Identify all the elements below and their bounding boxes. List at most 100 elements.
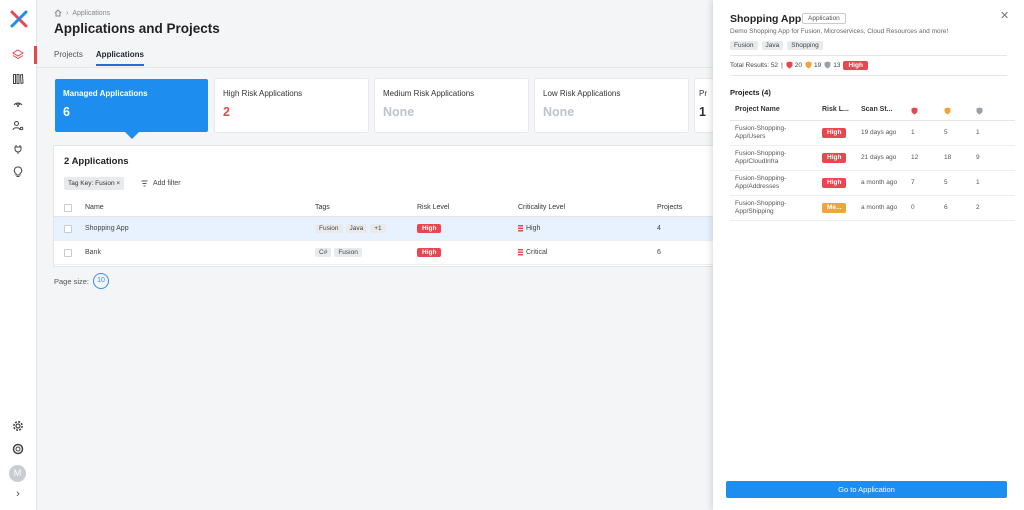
project-name[interactable]: Fusion-Shopping-App/Shipping [735, 196, 815, 220]
help-icon[interactable] [11, 442, 25, 456]
projects-count: 6 [657, 249, 661, 256]
close-icon[interactable]: ✕ [1000, 9, 1009, 22]
type-badge: Application [802, 13, 846, 24]
high-count: 1 [911, 128, 915, 136]
medium-count: 5 [944, 178, 948, 186]
avatar[interactable]: M [9, 465, 26, 482]
high-severity-icon[interactable] [911, 107, 918, 115]
medium-severity-icon [805, 61, 812, 69]
table-row[interactable]: Shopping App Fusion Java +1 High High 4 [54, 217, 714, 241]
row-checkbox[interactable] [64, 224, 72, 233]
card-value: 1 [699, 105, 706, 119]
gear-icon[interactable] [11, 419, 25, 433]
card-title: Medium Risk Applications [383, 89, 475, 98]
medium-count: 18 [944, 153, 952, 161]
scan-status: a month ago [861, 203, 898, 211]
header-risk[interactable]: Risk L... [822, 101, 849, 120]
header-project-name[interactable]: Project Name [735, 101, 780, 120]
card-high-risk[interactable]: High Risk Applications 2 [215, 79, 368, 132]
projects-title: Projects (4) [730, 88, 771, 97]
card-medium-risk[interactable]: Medium Risk Applications None [375, 79, 528, 132]
library-icon[interactable] [11, 72, 25, 86]
project-name[interactable]: Fusion-Shopping-App/Addresses [735, 171, 815, 195]
tab-projects[interactable]: Projects [54, 50, 83, 66]
card-low-risk[interactable]: Low Risk Applications None [535, 79, 688, 132]
user-settings-icon[interactable] [11, 119, 25, 133]
page-title: Applications and Projects [54, 21, 220, 36]
app-name[interactable]: Shopping App [85, 217, 129, 240]
card-title: Low Risk Applications [543, 89, 621, 98]
add-filter-label: Add filter [153, 180, 181, 187]
signal-icon[interactable] [11, 96, 25, 110]
criticality-icon [518, 249, 523, 256]
expand-chevron-icon[interactable]: › [11, 487, 25, 501]
project-name[interactable]: Fusion-Shopping-App/Users [735, 121, 815, 145]
tag: Shopping [787, 41, 823, 50]
criticality-value: Critical [526, 249, 548, 256]
card-title: High Risk Applications [223, 89, 303, 98]
medium-count: 19 [814, 61, 822, 69]
risk-badge: High [822, 152, 847, 164]
application-drawer: Shopping App Application ✕ Demo Shopping… [713, 0, 1024, 510]
low-count: 1 [976, 178, 980, 186]
criticality-icon [518, 225, 523, 232]
high-count: 12 [911, 153, 919, 161]
projects-table-header: Project Name Risk L... Scan St... [730, 101, 1015, 121]
layers-icon[interactable] [11, 48, 25, 62]
divider [730, 75, 1007, 76]
tag: C# [315, 248, 332, 257]
drawer-description: Demo Shopping App for Fusion, Microservi… [730, 28, 949, 35]
header-name[interactable]: Name [85, 199, 104, 216]
high-count: 0 [911, 203, 915, 211]
home-icon[interactable] [54, 9, 62, 17]
lightbulb-icon[interactable] [11, 165, 25, 179]
medium-severity-icon[interactable] [944, 107, 951, 115]
breadcrumb-current[interactable]: Applications [72, 10, 110, 17]
drawer-title: Shopping App [730, 13, 802, 25]
add-filter-button[interactable]: Add filter [141, 177, 181, 190]
select-all-checkbox[interactable] [64, 203, 72, 212]
active-indicator [34, 46, 37, 64]
high-count: 7 [911, 178, 915, 186]
page-size-control: Page size: 10 [54, 273, 110, 289]
project-row[interactable]: Fusion-Shopping-App/Addresses High a mon… [730, 171, 1015, 196]
risk-badge: High [822, 127, 847, 139]
totals-row: Total Results: 52 | 20 19 13 High [730, 59, 868, 71]
card-managed-applications[interactable]: Managed Applications 6 [55, 79, 208, 139]
header-criticality[interactable]: Criticality Level [518, 199, 565, 216]
low-count: 9 [976, 153, 980, 161]
plug-icon[interactable] [11, 142, 25, 156]
totals-label: Total Results: 52 [730, 61, 779, 69]
low-severity-icon [824, 61, 831, 69]
risk-badge: High [843, 60, 868, 70]
low-count: 13 [833, 61, 841, 69]
header-risk[interactable]: Risk Level [417, 199, 449, 216]
medium-count: 6 [944, 203, 948, 211]
header-scan[interactable]: Scan St... [861, 101, 893, 120]
page-size-select[interactable]: 10 [93, 273, 110, 289]
tab-applications[interactable]: Applications [95, 50, 144, 66]
logo-icon[interactable] [9, 9, 29, 29]
header-tags[interactable]: Tags [315, 199, 330, 216]
project-row[interactable]: Fusion-Shopping-App/Shipping Me... a mon… [730, 196, 1015, 221]
project-row[interactable]: Fusion-Shopping-App/Users High 19 days a… [730, 121, 1015, 146]
project-name[interactable]: Fusion-Shopping-App/CloudInfra [735, 146, 815, 170]
tag: Java [761, 41, 784, 50]
divider [730, 55, 1007, 56]
low-severity-icon[interactable] [976, 107, 983, 115]
card-projects[interactable]: Pr 1 [695, 79, 713, 132]
go-to-application-button[interactable]: Go to Application [726, 481, 1007, 498]
high-count: 20 [794, 61, 802, 69]
filter-icon [141, 180, 148, 187]
table-row[interactable]: Bank C# Fusion High Critical 6 [54, 241, 714, 265]
tag-more[interactable]: +1 [370, 224, 386, 233]
low-count: 2 [976, 203, 980, 211]
card-title: Managed Applications [63, 89, 148, 98]
project-row[interactable]: Fusion-Shopping-App/CloudInfra High 21 d… [730, 146, 1015, 171]
filter-chip[interactable]: Tag Key: Fusion × [64, 177, 125, 190]
app-name[interactable]: Bank [85, 241, 101, 264]
scan-status: 19 days ago [861, 128, 897, 136]
low-count: 1 [976, 128, 980, 136]
row-checkbox[interactable] [64, 248, 72, 257]
header-projects[interactable]: Projects [657, 199, 682, 216]
